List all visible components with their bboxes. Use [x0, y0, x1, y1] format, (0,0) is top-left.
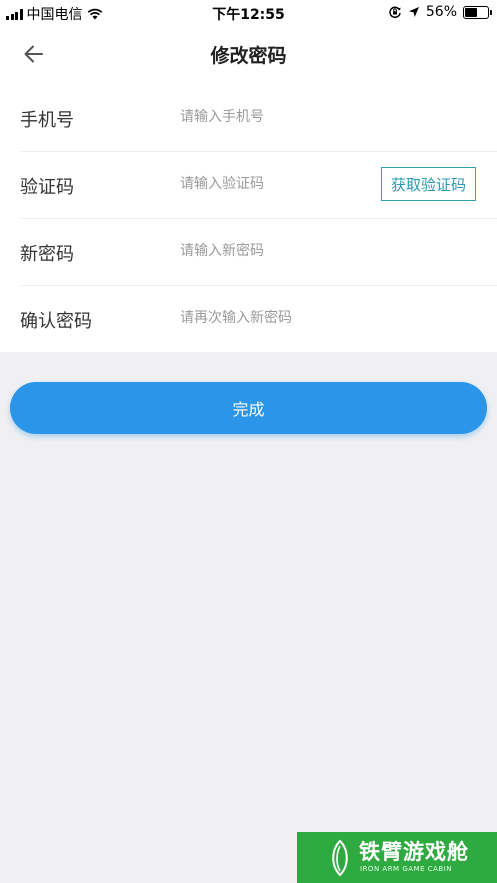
- status-right: 56%: [388, 4, 492, 20]
- phone-input[interactable]: [180, 104, 370, 130]
- code-row: 验证码 获取验证码: [20, 151, 497, 219]
- screen: 中国电信 下午12:55 56% 修改密码 手机号 请输入手机号 验证码 请输入…: [0, 0, 497, 883]
- submit-button[interactable]: 完成: [10, 382, 487, 434]
- get-code-button[interactable]: 获取验证码: [381, 167, 476, 201]
- status-bar: 中国电信 下午12:55 56%: [0, 0, 497, 26]
- watermark-title: 铁臂游戏舱: [359, 840, 469, 864]
- confirm-password-row: 确认密码: [20, 285, 497, 352]
- battery-icon: [463, 5, 492, 19]
- code-label: 验证码: [20, 177, 74, 198]
- leaf-logo-icon: [332, 839, 348, 877]
- watermark-subtitle: IRON ARM GAME CABIN: [360, 865, 452, 873]
- confirm-password-label: 确认密码: [20, 311, 92, 332]
- new-password-row: 新密码: [20, 218, 497, 286]
- phone-row: 手机号: [20, 84, 497, 152]
- battery-percent: 56%: [425, 4, 457, 20]
- rotation-lock-icon: [389, 6, 401, 19]
- phone-label: 手机号: [20, 110, 74, 131]
- nav-bar: 修改密码: [0, 26, 497, 82]
- new-password-label: 新密码: [20, 244, 74, 265]
- new-password-input[interactable]: [180, 238, 370, 264]
- watermark-logo: 铁臂游戏舱 IRON ARM GAME CABIN: [297, 832, 497, 883]
- location-icon: [408, 7, 419, 17]
- code-input[interactable]: [180, 171, 370, 197]
- page-title: 修改密码: [210, 45, 287, 67]
- confirm-password-input[interactable]: [180, 305, 370, 331]
- battery-fill: [465, 7, 477, 17]
